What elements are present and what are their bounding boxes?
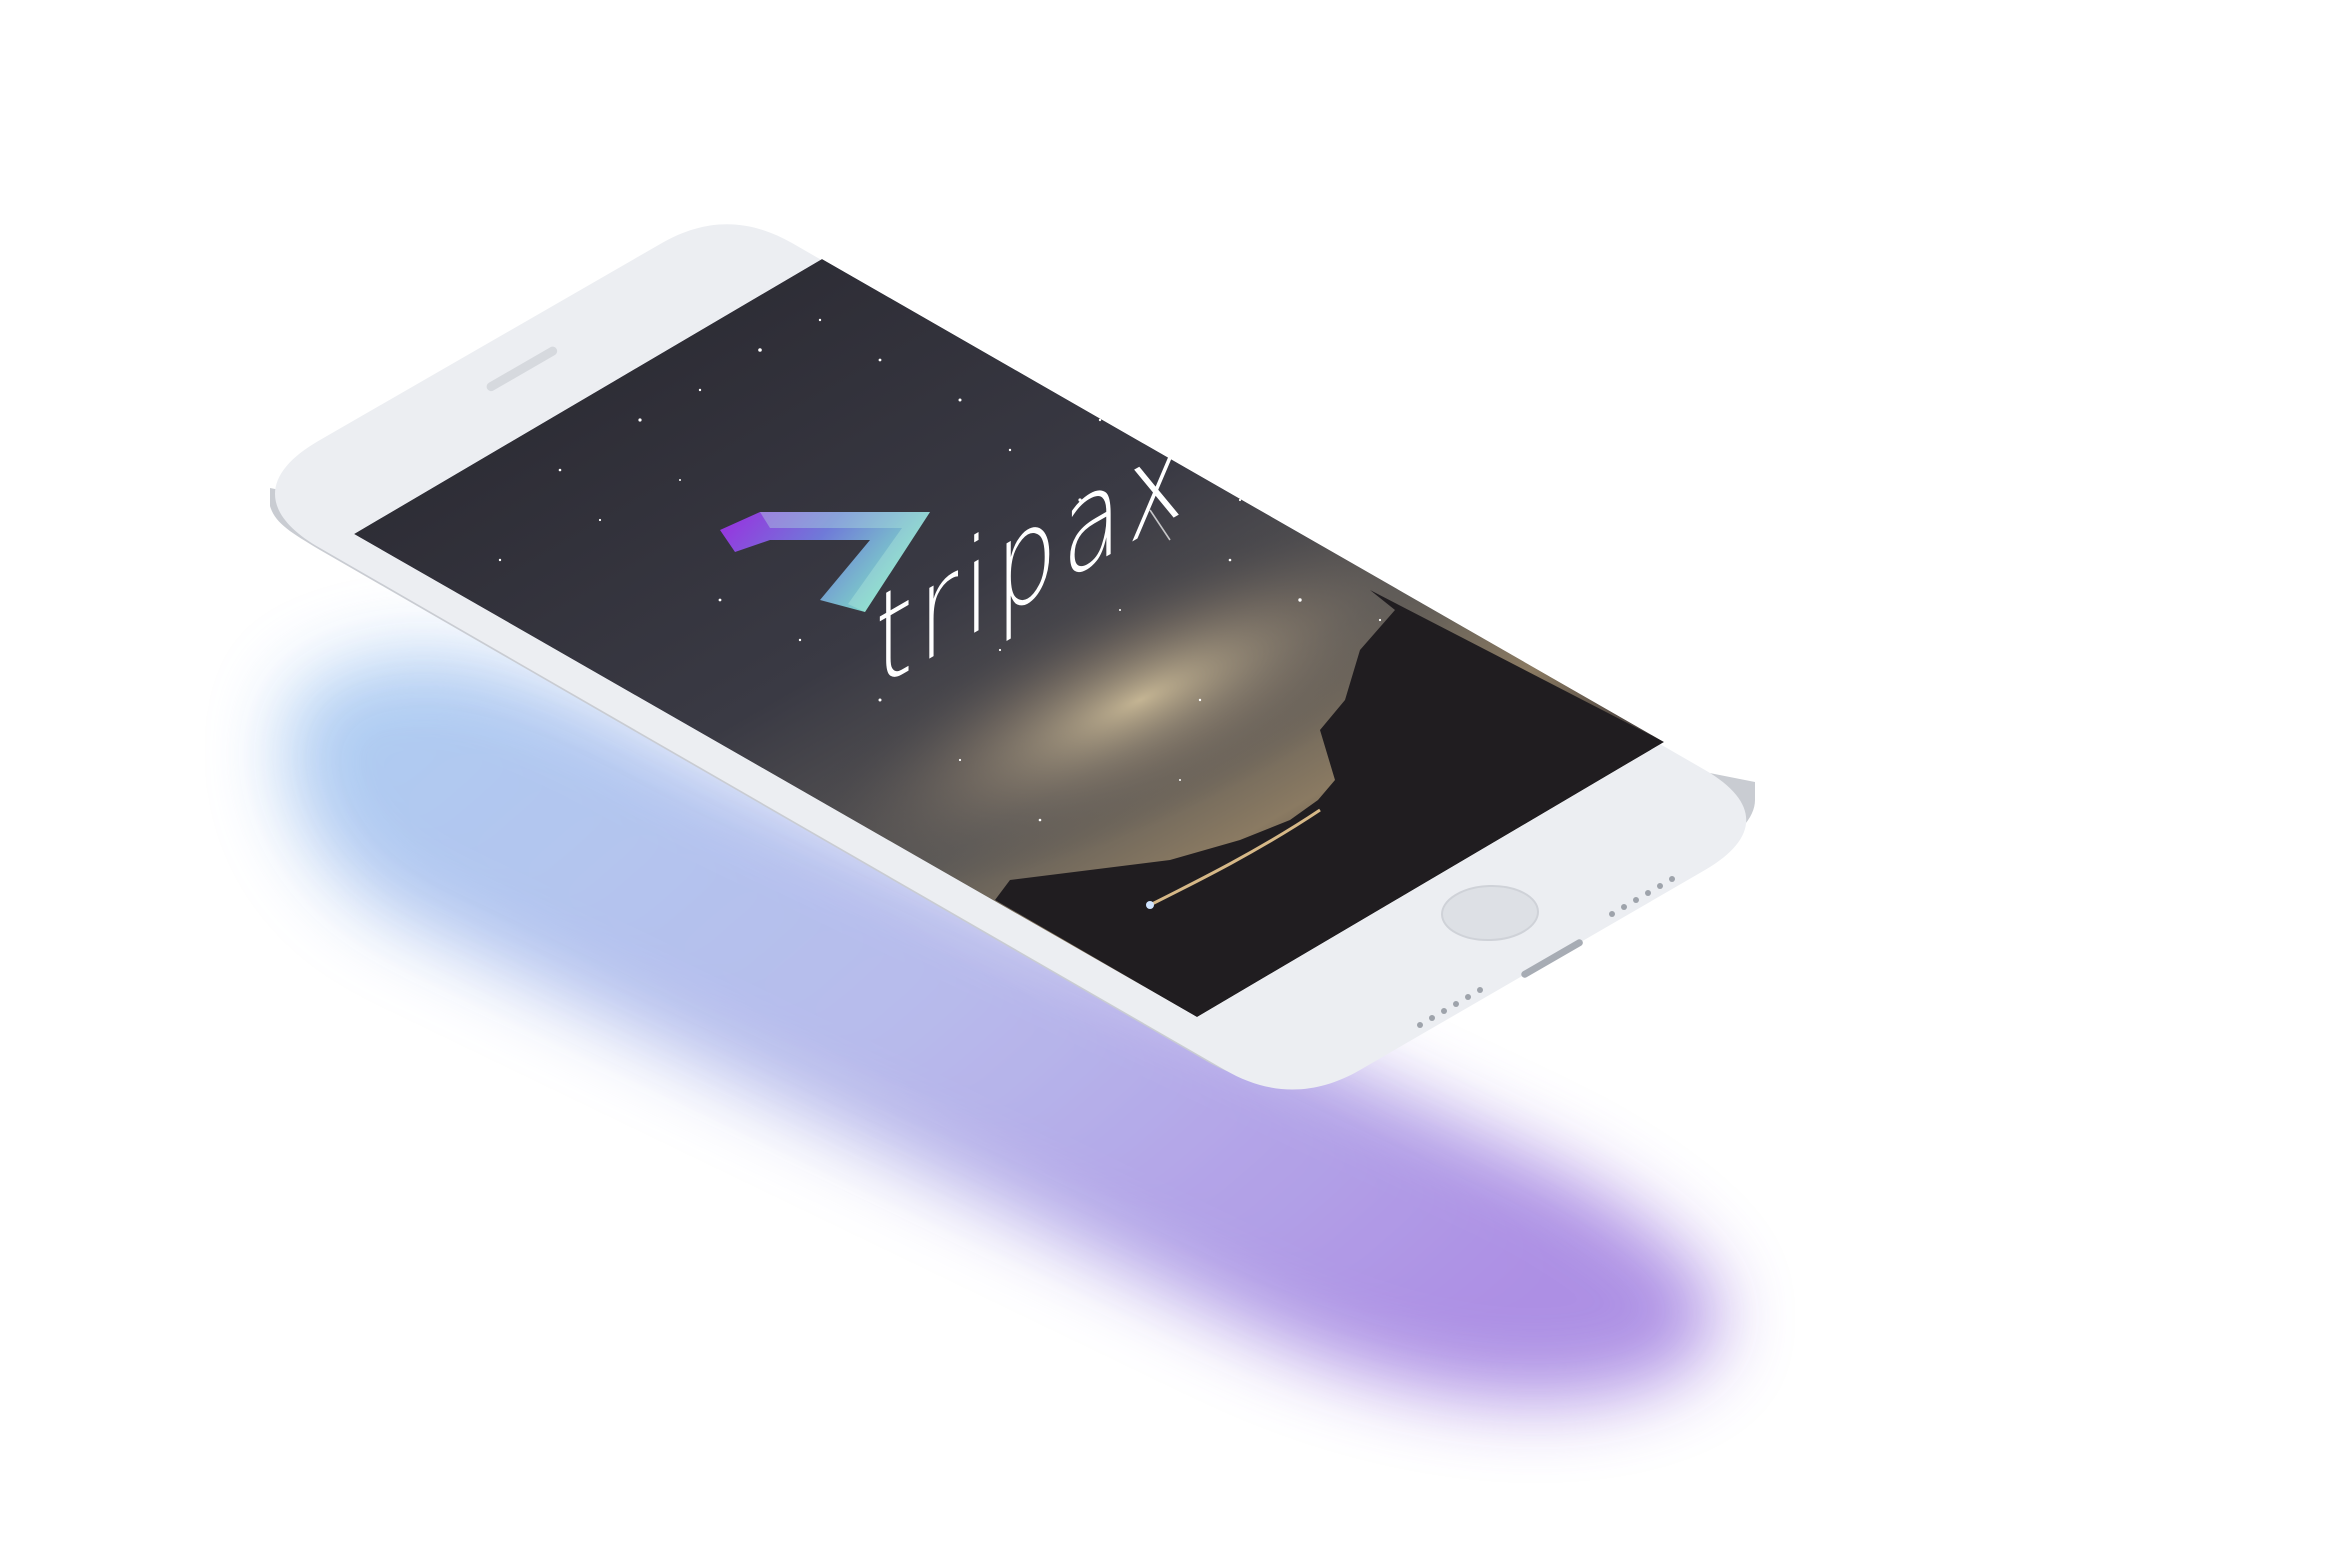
app-screenshot: tripax: [0, 0, 2336, 1560]
phone-mockup-illustration: tripax: [270, 224, 1755, 1401]
